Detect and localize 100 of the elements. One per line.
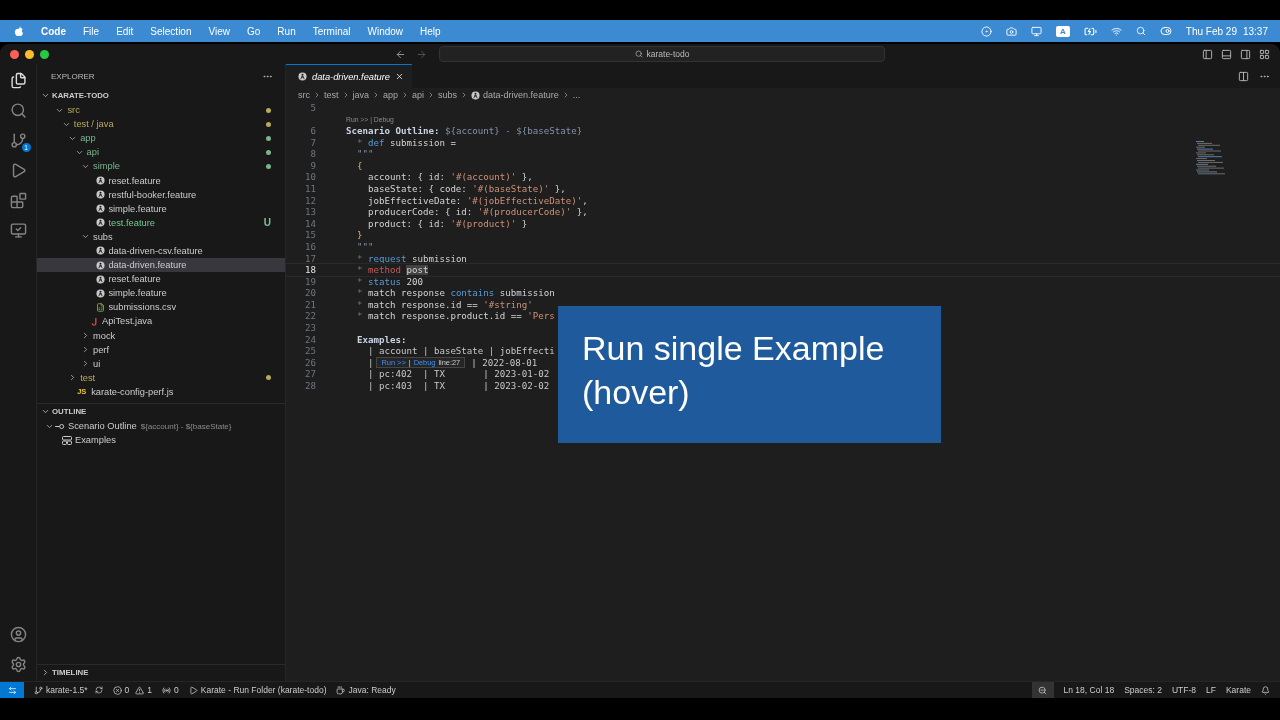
menu-item[interactable]: File — [83, 25, 100, 37]
breadcrumb-item[interactable]: app — [383, 90, 399, 100]
line-number: 16 — [304, 241, 316, 252]
breadcrumb-item[interactable]: src — [298, 90, 310, 100]
outline-row[interactable]: Examples — [37, 433, 285, 448]
source-control-icon[interactable] — [9, 132, 27, 149]
code-line: * status 200 — [356, 276, 423, 287]
code-line: baseState: { code: '#(baseState)' }, — [366, 183, 566, 194]
zoom-out-indicator[interactable] — [1031, 682, 1054, 698]
file-row[interactable]: simple.feature — [37, 201, 285, 216]
line-number: 9 — [309, 160, 316, 171]
account-icon[interactable] — [9, 626, 27, 643]
panel-toggle-icon[interactable] — [1221, 48, 1232, 60]
menu-item[interactable]: Terminal — [312, 25, 351, 37]
tree-item-label: test / java — [73, 119, 114, 130]
problems-status[interactable]: 0 1 — [112, 685, 153, 695]
code-line: account: { id: '#(account)' }, — [366, 172, 533, 183]
file-row[interactable]: test.feature U — [37, 215, 285, 230]
settings-icon[interactable] — [9, 656, 27, 673]
breadcrumb-item[interactable]: test — [324, 90, 339, 100]
outline-row[interactable]: Scenario Outline ${account} - ${baseState} — [37, 418, 285, 434]
language-mode[interactable]: Karate — [1225, 685, 1251, 695]
input-source-indicator[interactable]: A — [1056, 25, 1070, 37]
code-line: producerCode: { id: '#(producerCode)' }, — [366, 207, 588, 218]
close-window-button[interactable] — [10, 49, 19, 59]
indentation-status[interactable]: Spaces: 2 — [1124, 685, 1162, 695]
folder-row[interactable]: perf — [37, 342, 285, 357]
folder-row[interactable]: test / java — [37, 117, 285, 132]
editor-tab[interactable]: data-driven.feature — [286, 64, 413, 88]
menu-item[interactable]: Go — [247, 25, 261, 37]
search-icon[interactable] — [1135, 26, 1146, 36]
remote-explorer-icon[interactable] — [9, 222, 27, 239]
folder-row[interactable]: subs — [37, 229, 285, 244]
secondary-sidebar-icon[interactable] — [1240, 48, 1251, 60]
file-row[interactable]: ApiTest.java — [37, 314, 285, 329]
breadcrumb-item[interactable]: ... — [572, 90, 581, 100]
file-row[interactable]: submissions.csv — [37, 300, 285, 315]
java-status[interactable]: Java: Ready — [336, 685, 396, 695]
sidebar-toggle-icon[interactable] — [1202, 48, 1213, 60]
record-icon[interactable] — [981, 25, 993, 37]
explorer-icon[interactable] — [9, 72, 27, 89]
file-row[interactable]: data-driven.feature — [37, 258, 285, 273]
ports-status[interactable]: 0 — [162, 685, 179, 695]
breadcrumb-item[interactable]: subs — [438, 90, 458, 100]
search-icon[interactable] — [9, 102, 27, 119]
file-row[interactable]: reset.feature — [37, 173, 285, 188]
close-icon[interactable] — [395, 72, 405, 81]
file-row[interactable]: data-driven-csv.feature — [37, 243, 285, 259]
layout-icon[interactable] — [1259, 48, 1270, 60]
folder-row[interactable]: simple — [37, 159, 285, 174]
code-line: """ — [356, 241, 374, 252]
file-row[interactable]: reset.feature — [37, 272, 285, 287]
display-icon[interactable] — [1031, 25, 1043, 37]
file-row[interactable]: restful-booker.feature — [37, 187, 285, 202]
folder-row[interactable]: src — [37, 103, 285, 118]
antenna-icon — [162, 685, 172, 695]
folder-row[interactable]: ui — [37, 356, 285, 371]
zoom-window-button[interactable] — [40, 49, 49, 59]
person-circle-icon — [96, 218, 106, 228]
split-editor-icon[interactable] — [1238, 70, 1249, 82]
camera-icon[interactable] — [1006, 25, 1018, 37]
folder-row[interactable]: test — [37, 370, 285, 385]
cursor-position[interactable]: Ln 18, Col 18 — [1063, 685, 1115, 695]
arrows-icon — [7, 685, 17, 695]
sync-icon[interactable] — [94, 686, 103, 694]
folder-row[interactable]: api — [37, 145, 285, 160]
notifications-icon[interactable] — [1261, 685, 1270, 695]
extensions-icon[interactable] — [9, 192, 27, 209]
breadcrumb-item[interactable]: api — [412, 90, 425, 100]
tree-item-label: data-driven.feature — [108, 260, 187, 271]
control-center-icon[interactable] — [1159, 25, 1172, 37]
line-ending-status[interactable]: LF — [1206, 685, 1216, 695]
menu-item[interactable]: View — [208, 25, 230, 37]
menu-item[interactable]: Window — [367, 25, 404, 37]
back-arrow-icon[interactable] — [395, 48, 406, 60]
app-menu[interactable]: Code — [41, 25, 66, 37]
line-number: 18 — [304, 265, 316, 276]
file-row[interactable]: simple.feature — [37, 286, 285, 301]
menu-item[interactable]: Selection — [150, 25, 192, 37]
wifi-icon[interactable] — [1110, 25, 1122, 37]
code-line: * match response.id == '#string' — [356, 299, 533, 310]
breadcrumb-item[interactable]: java — [352, 90, 370, 100]
remote-indicator[interactable] — [0, 682, 24, 698]
code-line: * def submission = — [356, 137, 456, 148]
menu-item[interactable]: Edit — [116, 25, 134, 37]
branch-status[interactable]: karate-1.5* — [34, 685, 103, 695]
menu-item[interactable]: Run — [277, 25, 296, 37]
breadcrumb-item[interactable]: data-driven.feature — [483, 90, 559, 100]
folder-row[interactable]: app — [37, 131, 285, 146]
menu-item[interactable]: Help — [420, 25, 441, 37]
command-search-field[interactable]: karate-todo — [439, 46, 885, 62]
encoding-status[interactable]: UTF-8 — [1171, 685, 1197, 695]
code-line: | pc:403 | TX | 2023-02-02 — [366, 381, 550, 392]
person-circle-icon — [96, 204, 106, 214]
folder-row[interactable]: mock — [37, 328, 285, 343]
minimize-window-button[interactable] — [25, 49, 34, 59]
person-circle-icon — [96, 288, 106, 298]
task-status[interactable]: Karate - Run Folder (karate-todo) — [188, 685, 327, 695]
line-number: 21 — [304, 299, 316, 310]
line-number: 20 — [304, 288, 316, 299]
